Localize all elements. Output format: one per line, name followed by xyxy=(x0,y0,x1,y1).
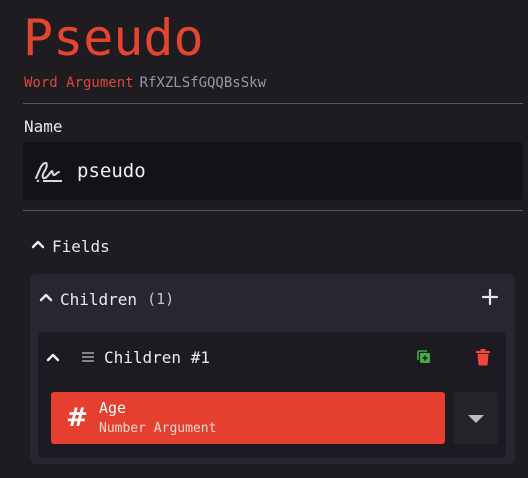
child-item: Children #1 # Age Number Argument xyxy=(38,332,506,458)
page-title: Pseudo xyxy=(23,9,204,67)
child-item-header: Children #1 xyxy=(38,332,506,382)
name-divider xyxy=(23,210,523,211)
fields-toggle[interactable]: Fields xyxy=(30,234,110,258)
caret-down-icon xyxy=(467,409,485,428)
children-toggle[interactable]: Children (1) xyxy=(38,288,174,310)
add-child-button[interactable] xyxy=(479,288,501,310)
duplicate-button[interactable] xyxy=(416,349,432,365)
signature-icon xyxy=(31,156,65,186)
expand-argument-button[interactable] xyxy=(453,392,498,444)
fields-label: Fields xyxy=(52,236,110,256)
name-label: Name xyxy=(24,117,63,136)
duplicate-icon xyxy=(416,350,432,369)
argument-id: RfXZLSfGQQBsSkw xyxy=(139,75,267,91)
children-count: (1) xyxy=(147,290,175,308)
plus-icon xyxy=(481,288,499,310)
number-icon: # xyxy=(66,403,88,433)
children-group: Children (1) Children #1 # Age Number Ar… xyxy=(30,274,515,464)
delete-button[interactable] xyxy=(475,348,491,366)
argument-card-age[interactable]: # Age Number Argument xyxy=(51,392,445,444)
child-item-label: Children #1 xyxy=(104,347,210,367)
children-label: Children xyxy=(60,289,138,309)
argument-subtitle: Word Argument RfXZLSfGQQBsSkw xyxy=(24,74,266,92)
chevron-up-icon[interactable] xyxy=(44,348,62,366)
header-divider xyxy=(23,103,523,104)
name-field[interactable] xyxy=(23,142,523,200)
chevron-up-icon xyxy=(30,236,46,256)
chevron-up-icon xyxy=(38,289,54,309)
argument-type: Number Argument xyxy=(99,421,217,436)
trash-icon xyxy=(475,349,491,370)
name-input[interactable] xyxy=(77,160,477,182)
drag-handle-icon[interactable] xyxy=(80,350,96,364)
argument-type-label: Word Argument xyxy=(24,75,134,91)
argument-name: Age xyxy=(99,399,127,417)
